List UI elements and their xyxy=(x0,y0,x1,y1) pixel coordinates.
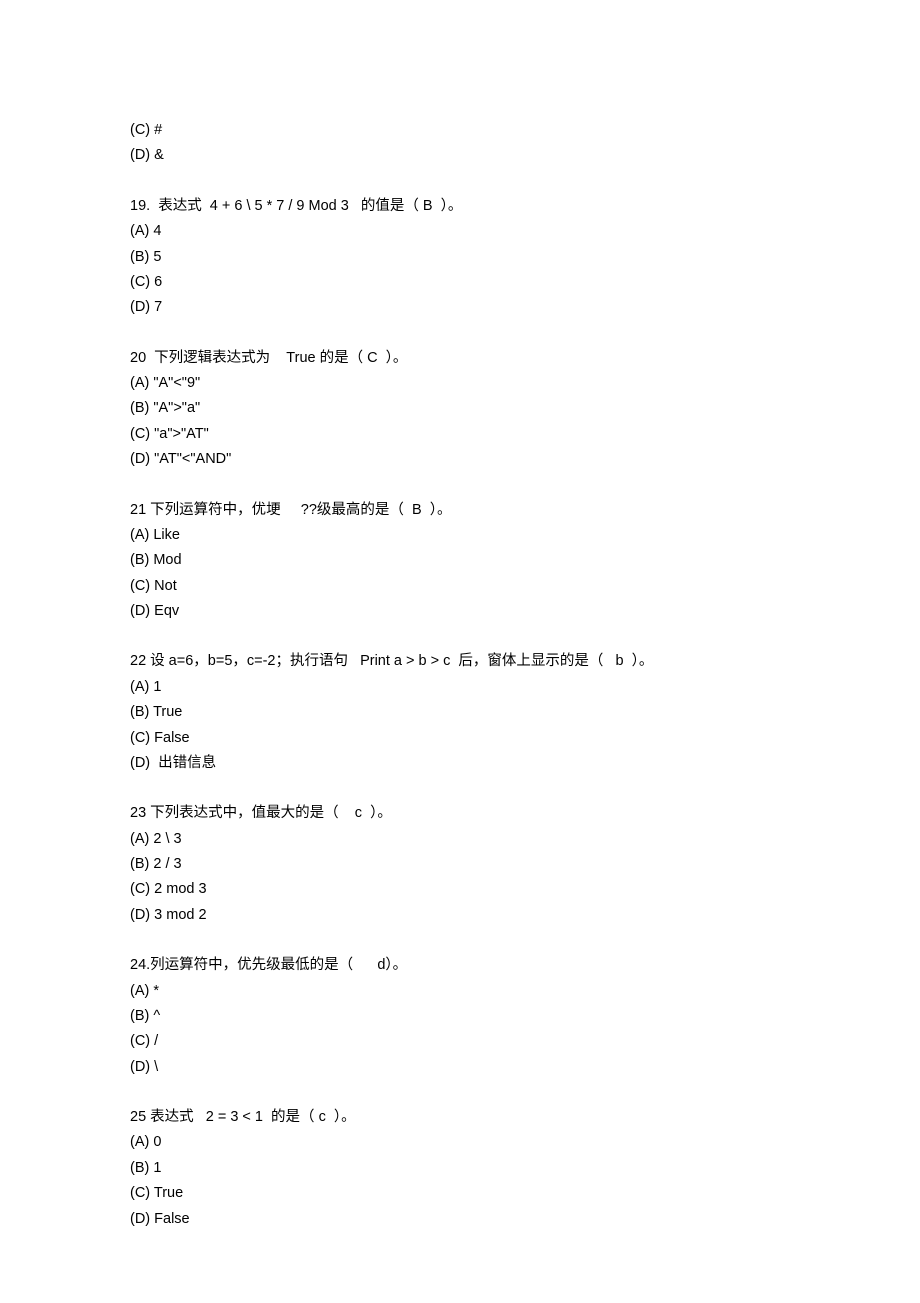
option-line: (D) & xyxy=(130,143,790,168)
question-line: 24.列运算符中，优先级最低的是（ d）。 xyxy=(130,953,790,978)
option-line: (B) Mod xyxy=(130,548,790,573)
question-block: 24.列运算符中，优先级最低的是（ d）。 (A) * (B) ^ (C) / … xyxy=(130,953,790,1080)
document-page: (C) # (D) & 19. 表达式 4 + 6 \ 5 * 7 / 9 Mo… xyxy=(0,0,920,1303)
question-line: 22 设 a=6，b=5，c=-2；执行语句 Print a > b > c 后… xyxy=(130,649,790,674)
option-line: (A) 1 xyxy=(130,675,790,700)
option-line: (C) 6 xyxy=(130,270,790,295)
option-line: (A) 0 xyxy=(130,1130,790,1155)
option-line: (D) False xyxy=(130,1207,790,1232)
question-block: 19. 表达式 4 + 6 \ 5 * 7 / 9 Mod 3 的值是（ B ）… xyxy=(130,194,790,321)
option-line: (D) Eqv xyxy=(130,599,790,624)
question-block: 22 设 a=6，b=5，c=-2；执行语句 Print a > b > c 后… xyxy=(130,649,790,776)
question-line: 19. 表达式 4 + 6 \ 5 * 7 / 9 Mod 3 的值是（ B ）… xyxy=(130,194,790,219)
option-line: (C) "a">"AT" xyxy=(130,422,790,447)
option-line: (B) ^ xyxy=(130,1004,790,1029)
option-line: (A) Like xyxy=(130,523,790,548)
question-line: 25 表达式 2 = 3 < 1 的是（ c ）。 xyxy=(130,1105,790,1130)
option-line: (D) 出错信息 xyxy=(130,751,790,776)
question-line: 23 下列表达式中，值最大的是（ c ）。 xyxy=(130,801,790,826)
question-block: 25 表达式 2 = 3 < 1 的是（ c ）。 (A) 0 (B) 1 (C… xyxy=(130,1105,790,1232)
question-line: 21 下列运算符中，优埂 ??级最高的是（ B ）。 xyxy=(130,498,790,523)
question-block: 21 下列运算符中，优埂 ??级最高的是（ B ）。 (A) Like (B) … xyxy=(130,498,790,625)
option-line: (B) 2 / 3 xyxy=(130,852,790,877)
option-line: (C) # xyxy=(130,118,790,143)
option-line: (B) 5 xyxy=(130,245,790,270)
option-line: (C) 2 mod 3 xyxy=(130,877,790,902)
option-line: (C) True xyxy=(130,1181,790,1206)
option-line: (B) True xyxy=(130,700,790,725)
option-line: (A) "A"<"9" xyxy=(130,371,790,396)
option-line: (A) * xyxy=(130,979,790,1004)
option-line: (D) 7 xyxy=(130,295,790,320)
option-line: (B) 1 xyxy=(130,1156,790,1181)
option-line: (C) Not xyxy=(130,574,790,599)
question-block: (C) # (D) & xyxy=(130,118,790,169)
option-line: (D) \ xyxy=(130,1055,790,1080)
question-block: 23 下列表达式中，值最大的是（ c ）。 (A) 2 \ 3 (B) 2 / … xyxy=(130,801,790,928)
question-line: 20 下列逻辑表达式为 True 的是（ C ）。 xyxy=(130,346,790,371)
option-line: (C) / xyxy=(130,1029,790,1054)
option-line: (B) "A">"a" xyxy=(130,396,790,421)
question-block: 20 下列逻辑表达式为 True 的是（ C ）。 (A) "A"<"9" (B… xyxy=(130,346,790,473)
option-line: (C) False xyxy=(130,726,790,751)
option-line: (D) 3 mod 2 xyxy=(130,903,790,928)
option-line: (A) 4 xyxy=(130,219,790,244)
option-line: (A) 2 \ 3 xyxy=(130,827,790,852)
option-line: (D) "AT"<"AND" xyxy=(130,447,790,472)
